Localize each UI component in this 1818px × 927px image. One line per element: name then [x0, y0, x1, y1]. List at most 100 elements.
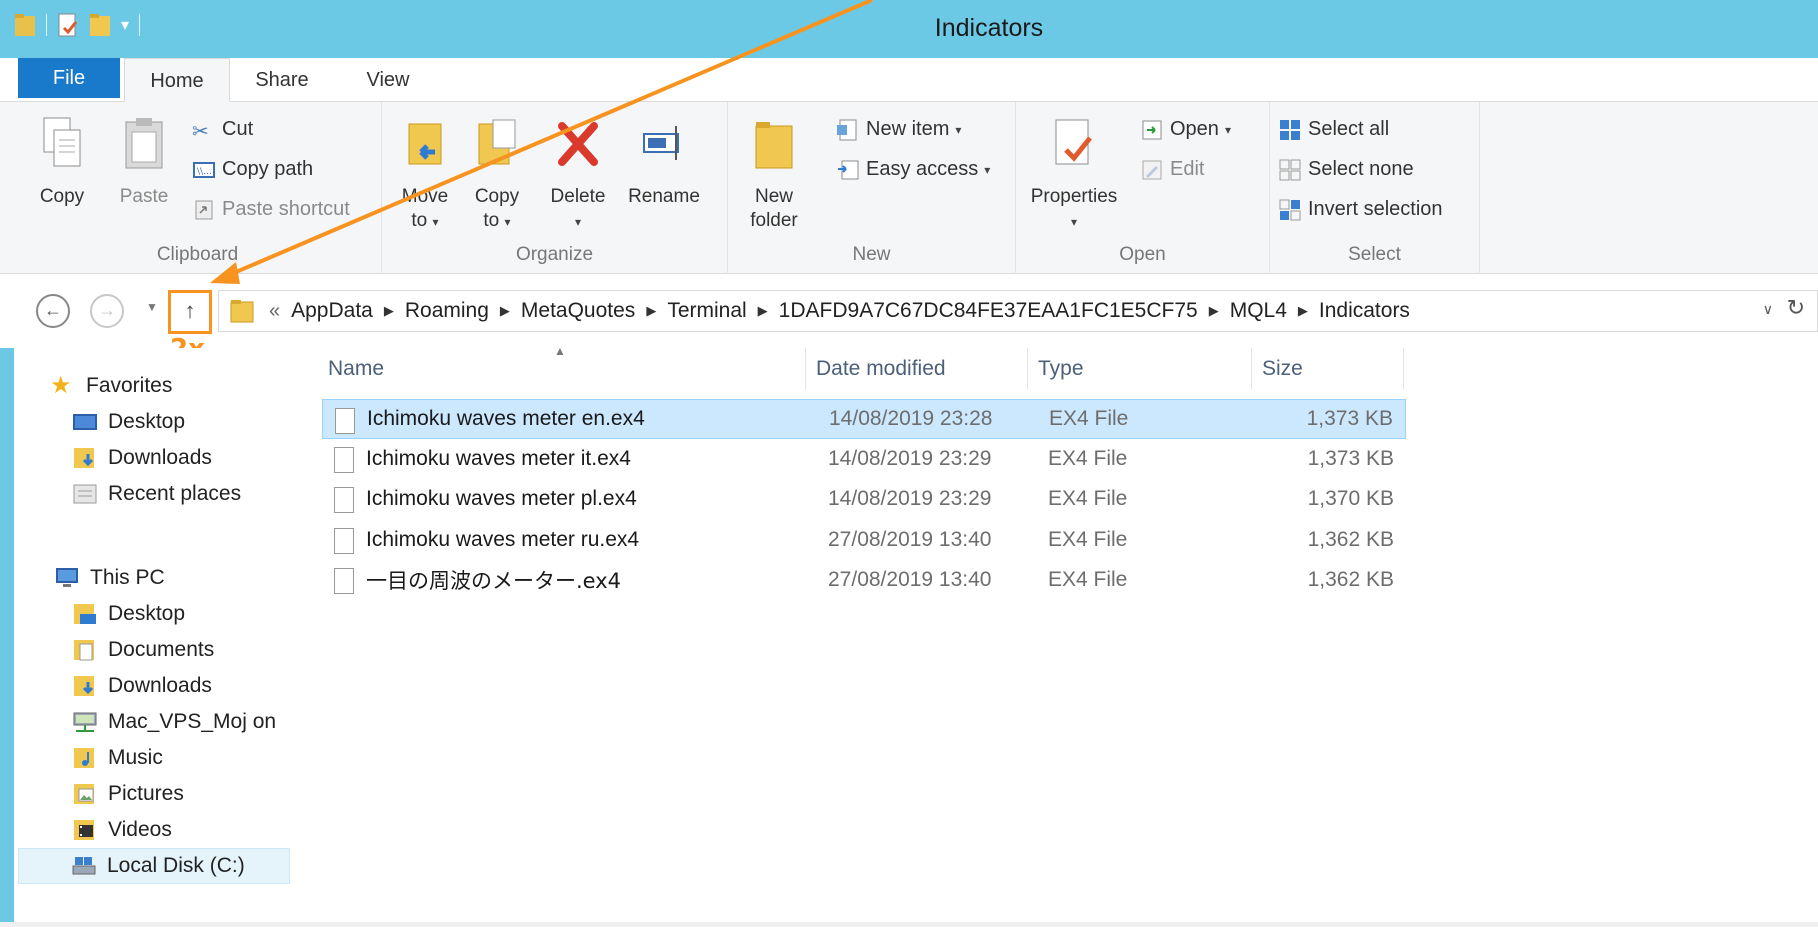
nav-pc-network-drive[interactable]: Mac_VPS_Moj on [72, 704, 276, 740]
move-to-button[interactable]: Move to ▾ [394, 116, 456, 234]
breadcrumb-overflow[interactable]: « [269, 300, 280, 323]
copy-path-label: Copy path [222, 158, 314, 180]
tab-share[interactable]: Share [246, 58, 318, 102]
nav-this-pc[interactable]: This PC [54, 560, 165, 596]
file-type: EX4 File [1049, 407, 1129, 430]
column-header-name[interactable]: Name [318, 348, 806, 390]
breadcrumb-item[interactable]: AppData [291, 299, 373, 323]
edit-label: Edit [1170, 158, 1205, 180]
nav-item-label: Desktop [108, 410, 186, 433]
copy-icon [43, 117, 81, 167]
chevron-right-icon[interactable]: ▶ [500, 303, 510, 319]
file-type: EX4 File [1048, 487, 1128, 510]
open-label: Open [1170, 118, 1219, 140]
new-folder-button[interactable]: New folder [742, 116, 806, 233]
table-row[interactable]: Ichimoku waves meter it.ex4 14/08/2019 2… [322, 439, 1406, 479]
select-all-label: Select all [1308, 118, 1390, 140]
copy-to-button[interactable]: Copy to ▾ [466, 116, 528, 234]
chevron-right-icon[interactable]: ▶ [1209, 303, 1219, 319]
select-none-button[interactable]: Select none [1278, 158, 1414, 181]
nav-favorites[interactable]: ★ Favorites [50, 368, 172, 404]
chevron-right-icon[interactable]: ▶ [384, 303, 394, 319]
clipboard-group: Copy Paste ✂ Cut \\… Copy path Paste sho… [14, 102, 382, 274]
table-row[interactable]: Ichimoku waves meter ru.ex4 27/08/2019 1… [322, 520, 1406, 560]
table-row[interactable]: Ichimoku waves meter en.ex4 14/08/2019 2… [322, 399, 1406, 439]
delete-button[interactable]: Delete ▾ [542, 116, 614, 234]
rename-button[interactable]: Rename [622, 116, 706, 209]
column-header-date[interactable]: Date modified [806, 348, 1028, 390]
nav-item-label: Downloads [108, 674, 212, 697]
file-name: Ichimoku waves meter ru.ex4 [366, 528, 640, 551]
nav-item-label: Recent places [108, 482, 242, 505]
edit-button[interactable]: Edit [1140, 158, 1204, 181]
recent-locations-chevron-icon[interactable]: ▼ [146, 300, 158, 314]
file-size: 1,370 KB [1307, 487, 1394, 510]
nav-fav-desktop[interactable]: Desktop [72, 404, 185, 440]
new-item-button[interactable]: New item ▾ [836, 118, 961, 141]
paste-icon [125, 118, 163, 169]
nav-fav-downloads[interactable]: Downloads [72, 440, 212, 476]
properties-button[interactable]: Properties ▾ [1024, 116, 1124, 234]
invert-selection-button[interactable]: Invert selection [1278, 198, 1443, 221]
annotation-highlight-box [168, 290, 212, 334]
select-all-button[interactable]: Select all [1278, 118, 1389, 141]
refresh-icon[interactable]: ↻ [1787, 295, 1805, 321]
nav-pc-music[interactable]: Music [72, 740, 163, 776]
breadcrumb-item[interactable]: Roaming [405, 299, 489, 323]
file-name: 一目の周波のメーター.ex4 [366, 569, 622, 593]
nav-pc-desktop[interactable]: Desktop [72, 596, 185, 632]
title-bar: ▾ Indicators [0, 0, 1818, 58]
music-icon [74, 748, 94, 768]
tab-home[interactable]: Home [124, 58, 230, 103]
recent-places-icon [73, 484, 97, 504]
file-size: 1,373 KB [1306, 407, 1393, 430]
cut-button[interactable]: ✂ Cut [192, 118, 253, 143]
column-header-size[interactable]: Size [1252, 348, 1404, 390]
breadcrumb-item[interactable]: MQL4 [1230, 299, 1287, 323]
back-arrow-icon[interactable]: ← [36, 294, 70, 328]
chevron-right-icon[interactable]: ▶ [1298, 303, 1308, 319]
chevron-right-icon[interactable]: ▶ [758, 303, 768, 319]
breadcrumb-item[interactable]: Terminal [667, 299, 746, 323]
forward-arrow-icon[interactable]: → [90, 294, 124, 328]
file-type: EX4 File [1048, 528, 1128, 551]
new-group-label: New [852, 244, 891, 265]
move-to-icon [408, 123, 442, 165]
chevron-down-icon[interactable]: ∨ [1763, 301, 1773, 318]
navigation-pane: ★ Favorites Desktop Downloads Recent pla… [18, 348, 294, 927]
breadcrumb-item[interactable]: MetaQuotes [521, 299, 635, 323]
nav-pc-videos[interactable]: Videos [72, 812, 172, 848]
nav-pc-pictures[interactable]: Pictures [72, 776, 184, 812]
organize-group: Move to ▾ Copy to ▾ Delete ▾ Rename Organiz… [382, 102, 728, 274]
open-button[interactable]: Open ▾ [1140, 118, 1231, 141]
paste-label: Paste [119, 186, 169, 207]
tab-file[interactable]: File [18, 58, 120, 98]
nav-fav-recent-places[interactable]: Recent places [72, 476, 241, 512]
easy-access-button[interactable]: Easy access ▾ [836, 158, 990, 181]
nav-pc-local-disk[interactable]: Local Disk (C:) [18, 848, 290, 884]
breadcrumb-item[interactable]: Indicators [1319, 299, 1410, 323]
nav-item-label: Music [108, 746, 163, 769]
address-bar[interactable]: « AppData ▶ Roaming ▶ MetaQuotes ▶ Terminal… [218, 290, 1818, 332]
nav-pc-downloads[interactable]: Downloads [72, 668, 212, 704]
ribbon-tabs: File Home Share View [0, 58, 1818, 103]
tab-view[interactable]: View [356, 58, 420, 102]
file-name: Ichimoku waves meter it.ex4 [366, 447, 631, 470]
table-row[interactable]: 一目の周波のメーター.ex4 27/08/2019 13:40 EX4 File… [322, 560, 1406, 600]
copy-button[interactable]: Copy [34, 116, 90, 209]
paste-button[interactable]: Paste [114, 116, 174, 209]
table-row[interactable]: Ichimoku waves meter pl.ex4 14/08/2019 2… [322, 479, 1406, 519]
new-item-label: New item [866, 118, 950, 140]
breadcrumb-item[interactable]: 1DAFD9A7C67DC84FE37EAA1FC1E5CF75 [779, 299, 1198, 323]
copy-path-button[interactable]: \\… Copy path [192, 158, 313, 181]
invert-selection-icon [1279, 199, 1301, 220]
nav-pc-documents[interactable]: Documents [72, 632, 214, 668]
chevron-right-icon[interactable]: ▶ [646, 303, 656, 319]
pictures-icon [74, 784, 94, 804]
clipboard-group-label: Clipboard [156, 244, 239, 265]
breadcrumb: « AppData ▶ Roaming ▶ MetaQuotes ▶ Terminal… [269, 291, 1410, 331]
paste-shortcut-button[interactable]: Paste shortcut [192, 198, 350, 221]
chevron-down-icon: ▾ [955, 122, 962, 137]
column-header-type[interactable]: Type [1028, 348, 1252, 390]
paste-shortcut-label: Paste shortcut [222, 198, 350, 220]
